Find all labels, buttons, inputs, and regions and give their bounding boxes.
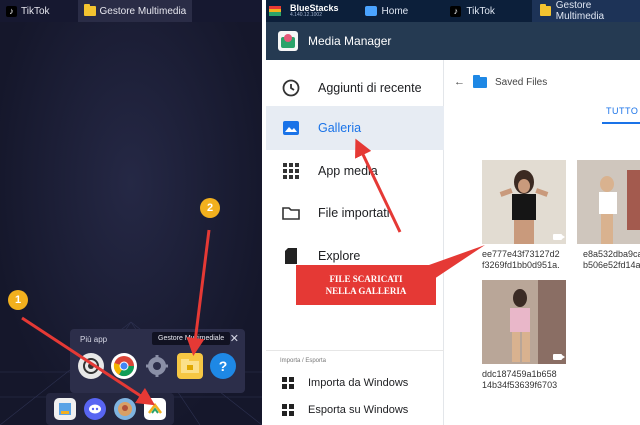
caption-line: b506e52fd14a (583, 260, 640, 270)
folder-outline-icon (282, 204, 300, 222)
left-tab-bar: ♪ TikTok Gestore Multimedia (0, 0, 262, 22)
tiktok-icon: ♪ (450, 5, 462, 17)
tab-label: Gestore Multimedia (555, 0, 605, 22)
annotation-callout: FILE SCARICATI NELLA GALLERIA (296, 265, 436, 305)
tab-tiktok-left[interactable]: ♪ TikTok (0, 0, 56, 22)
video-icon (553, 234, 565, 240)
clock-icon (282, 79, 300, 97)
tab-home[interactable]: Home (357, 0, 443, 22)
bluestacks-brand: BlueStacks 4.140.12.1002 (287, 4, 339, 18)
folder-icon (83, 4, 96, 16)
dock-bar (46, 393, 174, 425)
caption-line: ddc187459a1b658 (482, 369, 557, 379)
popup-icons: ? (78, 353, 236, 379)
step-badge-1: 1 (8, 290, 28, 310)
app-title: Media Manager (308, 34, 392, 48)
nav-item-galleria[interactable]: Galleria (266, 106, 444, 150)
nav-item-file-importati[interactable]: File importati (266, 191, 444, 235)
folder-icon (540, 4, 551, 16)
nav-item-export-windows[interactable]: Esporta su Windows (266, 397, 444, 423)
more-apps-popup: Più app Gestore Multimediale ✕ ? (70, 329, 245, 393)
gallery-thumbnail[interactable] (482, 160, 566, 244)
tab-indicator (602, 122, 640, 124)
export-icon (282, 404, 294, 416)
bluestacks-logo-icon (269, 6, 281, 16)
thumbnail-caption: e8a532dba9ca b506e52fd14a (583, 249, 640, 271)
tab-gestore-left[interactable]: Gestore Multimedia (77, 0, 193, 22)
camera-icon[interactable] (78, 353, 104, 379)
video-icon (553, 354, 565, 360)
bluestacks-home-window: ♪ TikTok Gestore Multimedia Più app Gest… (0, 0, 262, 425)
nav-label: App media (318, 164, 378, 178)
tab-label: Gestore Multimedia (99, 5, 187, 17)
caption-line: e8a532dba9ca (583, 249, 640, 259)
video-preview-image (577, 160, 640, 244)
sd-card-icon (282, 247, 300, 265)
tiktok-icon: ♪ (6, 5, 17, 17)
popup-title: Più app (80, 335, 108, 344)
tab-gestore-multimedia[interactable]: Gestore Multimedia (532, 0, 640, 22)
close-icon[interactable]: ✕ (230, 332, 239, 345)
more-apps-icon[interactable] (144, 398, 166, 420)
app-bar: Media Manager (266, 22, 640, 60)
thumbnail-caption: ee777e43f73127d2 f3269fd1bb0d951a. (482, 249, 572, 271)
chrome-icon[interactable] (111, 353, 137, 379)
nav-section-title: Importa / Esporta (280, 358, 327, 364)
breadcrumb: ← Saved Files (454, 74, 547, 88)
breadcrumb-folder-name[interactable]: Saved Files (495, 77, 547, 88)
bluestacks-logo: BlueStacks 4.140.12.1002 (266, 0, 347, 22)
help-icon[interactable]: ? (210, 353, 236, 379)
tab-label: TikTok (466, 5, 495, 17)
video-preview-image (482, 160, 566, 244)
back-arrow-icon[interactable]: ← (454, 76, 465, 88)
home-icon (364, 6, 377, 16)
caption-line: ee777e43f73127d2 (482, 249, 560, 259)
image-icon (282, 119, 300, 137)
nav-label: Importa da Windows (308, 377, 409, 389)
tooltip: Gestore Multimediale (152, 332, 231, 345)
tab-label: TikTok (21, 5, 50, 17)
nav-item-app-media[interactable]: App media (266, 149, 444, 193)
gallery-thumbnail[interactable] (482, 280, 566, 364)
nav-label: Esporta su Windows (308, 404, 409, 416)
nav-item-recent[interactable]: Aggiunti di recente (266, 66, 444, 110)
import-icon (282, 377, 294, 389)
callout-line: FILE SCARICATI (329, 274, 403, 284)
tab-label: Home (381, 5, 409, 17)
download-app-icon[interactable] (54, 398, 76, 420)
gallery-content: ← Saved Files TUTTO ee777e43f73127d2 f32… (444, 60, 640, 425)
nav-label: File importati (318, 206, 390, 220)
game-app-icon[interactable] (114, 398, 136, 420)
media-manager-icon[interactable] (177, 353, 203, 379)
right-tab-bar: BlueStacks 4.140.12.1002 Home ♪ TikTok G… (266, 0, 640, 22)
nav-divider (266, 350, 444, 351)
side-nav: Aggiunti di recente Galleria App media F… (266, 60, 444, 425)
media-manager-logo-icon (278, 31, 298, 51)
screenshot-root: ♪ TikTok Gestore Multimedia Più app Gest… (0, 0, 640, 425)
nav-item-import-windows[interactable]: Importa da Windows (266, 370, 444, 396)
discord-icon[interactable] (84, 398, 106, 420)
nav-label: Aggiunti di recente (318, 81, 422, 95)
gallery-thumbnail[interactable] (577, 160, 640, 244)
folder-icon (473, 74, 487, 88)
tab-tiktok[interactable]: ♪ TikTok (442, 0, 532, 22)
apps-grid-icon (282, 162, 300, 180)
caption-line: f3269fd1bb0d951a. (482, 260, 560, 270)
step-badge-2: 2 (200, 198, 220, 218)
callout-line: NELLA GALLERIA (325, 286, 407, 296)
caption-line: 14b34f53639f6703 (482, 380, 558, 390)
nav-label: Explore (318, 249, 361, 263)
bluestacks-version: 4.140.12.1002 (290, 12, 322, 18)
video-preview-image (482, 280, 566, 364)
tab-all[interactable]: TUTTO (606, 106, 638, 116)
media-manager-window: BlueStacks 4.140.12.1002 Home ♪ TikTok G… (266, 0, 640, 425)
settings-icon[interactable] (144, 353, 170, 379)
thumbnail-caption: ddc187459a1b658 14b34f53639f6703 (482, 369, 572, 391)
nav-label: Galleria (318, 121, 362, 135)
